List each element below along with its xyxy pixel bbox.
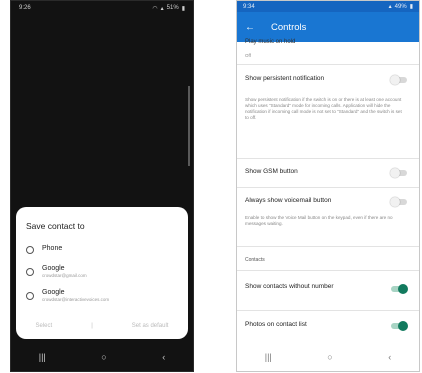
battery-icon: ▮ — [409, 4, 413, 10]
radio-icon[interactable] — [26, 268, 34, 276]
persistent-notification-desc: Show persistent notification if the swit… — [245, 97, 402, 120]
status-bar: 9:34 ▴ 49% ▮ — [237, 1, 419, 12]
persistent-notification-title[interactable]: Show persistent notification — [245, 75, 324, 83]
divider — [237, 64, 419, 65]
signal-icon: ▴ — [160, 5, 164, 12]
photos-on-list-toggle[interactable] — [391, 321, 408, 331]
status-time: 9:26 — [19, 5, 31, 11]
dialog-actions: Select | Set as default — [16, 323, 188, 329]
option-label: Google — [42, 265, 65, 272]
recents-icon[interactable]: ||| — [265, 352, 272, 362]
navigation-bar: ||| ○ ‹ — [11, 343, 193, 371]
signal-icon: ▴ — [388, 4, 392, 10]
persistent-notification-toggle[interactable] — [390, 75, 407, 85]
radio-icon[interactable] — [26, 292, 34, 300]
voicemail-button-desc: Enable to show the Voice Mail button on … — [245, 215, 393, 226]
dialog-title: Save contact to — [26, 221, 85, 231]
back-icon[interactable]: ‹ — [162, 352, 165, 362]
divider — [237, 310, 419, 311]
right-phone-screen: 9:34 ▴ 49% ▮ ← Controls Play music on ho… — [236, 0, 420, 372]
option-google-interactive[interactable]: Google crowdstar@interactivevoices.com — [26, 289, 109, 302]
status-time: 9:34 — [243, 3, 255, 10]
app-bar: ← Controls — [237, 12, 419, 42]
home-icon[interactable]: ○ — [101, 352, 106, 362]
photos-on-list-title[interactable]: Photos on contact list — [245, 321, 307, 329]
music-on-hold-value: Off — [245, 53, 251, 58]
back-arrow-icon[interactable]: ← — [245, 22, 261, 33]
recents-icon[interactable]: ||| — [39, 352, 46, 362]
divider — [237, 158, 419, 159]
status-icons: ◠ ▴ 51% ▮ — [152, 5, 185, 12]
divider — [237, 246, 419, 247]
battery-icon: ▮ — [181, 5, 185, 12]
battery-percent: 51% — [166, 5, 179, 11]
option-label: Google — [42, 289, 65, 296]
save-contact-dialog: Save contact to Phone Google crowdstar@g… — [16, 207, 188, 339]
option-account: crowdstar@gmail.com — [42, 273, 87, 278]
music-on-hold-title[interactable]: Play music on hold — [245, 39, 295, 45]
divider — [237, 187, 419, 188]
left-phone-screen: 9:26 ◠ ▴ 51% ▮ Save contact to Phone Goo… — [10, 0, 194, 372]
voicemail-button-toggle[interactable] — [390, 197, 407, 207]
back-icon[interactable]: ‹ — [388, 352, 391, 362]
status-bar: 9:26 ◠ ▴ 51% ▮ — [11, 1, 193, 15]
wifi-icon: ◠ — [152, 5, 158, 12]
radio-icon[interactable] — [26, 246, 34, 254]
select-button[interactable]: Select — [36, 323, 53, 329]
status-icons: ▴ 49% ▮ — [388, 3, 413, 11]
option-account: crowdstar@interactivevoices.com — [42, 297, 110, 302]
scrollbar[interactable] — [188, 86, 190, 166]
battery-percent: 49% — [394, 3, 407, 10]
navigation-bar: ||| ○ ‹ — [237, 343, 419, 371]
voicemail-button-title[interactable]: Always show voicemail button — [245, 197, 331, 205]
set-default-button[interactable]: Set as default — [132, 323, 169, 329]
contacts-section-header: Contacts — [245, 257, 265, 263]
option-phone[interactable]: Phone — [26, 245, 62, 254]
action-divider: | — [91, 323, 93, 329]
contacts-without-number-title[interactable]: Show contacts without number — [245, 283, 355, 291]
option-google-gmail[interactable]: Google crowdstar@gmail.com — [26, 265, 87, 278]
option-label: Phone — [42, 245, 63, 252]
contacts-without-number-toggle[interactable] — [391, 284, 408, 294]
gsm-button-toggle[interactable] — [390, 168, 407, 178]
home-icon[interactable]: ○ — [327, 352, 332, 362]
page-title: Controls — [271, 21, 307, 33]
gsm-button-title[interactable]: Show GSM button — [245, 168, 298, 176]
divider — [237, 270, 419, 271]
